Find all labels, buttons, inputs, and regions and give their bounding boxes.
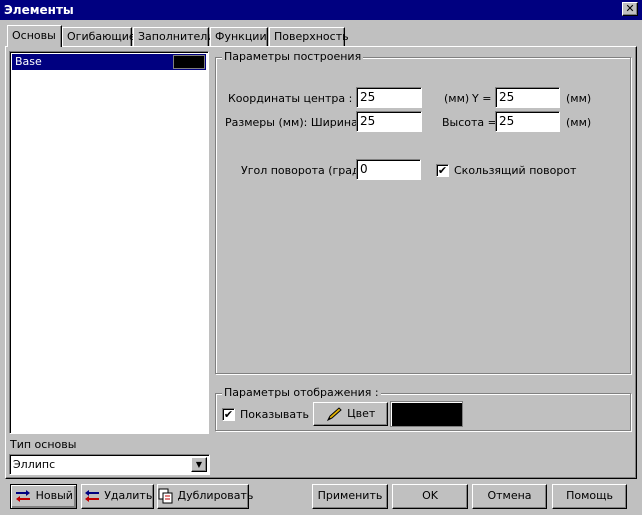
center-y-label: Y = <box>472 92 492 105</box>
tab-zapolniteli[interactable]: Заполнители <box>133 27 214 46</box>
angle-label: Угол поворота (град) : <box>241 164 372 177</box>
base-type-select[interactable]: Эллипс ▼ <box>9 454 210 475</box>
base-type-label: Тип основы <box>10 438 77 451</box>
color-button[interactable]: Цвет <box>313 402 388 426</box>
apply-button[interactable]: Применить <box>312 484 388 509</box>
checkmark-icon: ✔ <box>223 408 234 421</box>
cancel-button[interactable]: Отмена <box>472 484 547 509</box>
tab-osnovy[interactable]: Основы <box>7 25 62 47</box>
new-button[interactable]: Новый <box>10 484 77 509</box>
list-item[interactable]: Base <box>12 54 206 70</box>
title-bar: Элементы ✕ <box>0 0 642 20</box>
angle-input[interactable]: 0 <box>356 159 421 180</box>
duplicate-icon <box>158 488 173 504</box>
height-units: (мм) <box>566 116 592 129</box>
base-type-value: Эллипс <box>13 458 56 471</box>
center-x-input[interactable]: 25 <box>356 87 422 108</box>
pencil-icon <box>326 407 342 422</box>
show-label: Показывать <box>240 408 310 421</box>
close-button[interactable]: ✕ <box>622 2 638 16</box>
center-x-units: (мм) <box>444 92 470 105</box>
build-params-legend: Параметры построения <box>222 50 364 63</box>
ok-button[interactable]: OK <box>392 484 468 509</box>
delete-button-label: Удалить <box>104 489 153 502</box>
width-input[interactable]: 25 <box>356 111 422 132</box>
delete-button[interactable]: Удалить <box>81 484 154 509</box>
checkmark-icon: ✔ <box>437 164 448 177</box>
center-y-input[interactable]: 25 <box>495 87 560 108</box>
dropdown-button[interactable]: ▼ <box>191 457 207 472</box>
sliding-rotation-checkbox[interactable]: ✔ <box>436 164 449 177</box>
duplicate-button[interactable]: Дублировать <box>157 484 253 509</box>
tab-ogibayushchie[interactable]: Огибающие <box>62 27 136 46</box>
center-label: Координаты центра : X = <box>228 92 377 105</box>
close-icon: ✕ <box>625 2 635 15</box>
color-swatch[interactable] <box>390 401 463 427</box>
size-label: Размеры (мм): Ширина = <box>225 116 371 129</box>
show-checkbox[interactable]: ✔ <box>222 408 235 421</box>
delete-element-icon <box>84 490 99 502</box>
window-title: Элементы <box>4 3 74 17</box>
center-y-units: (мм) <box>566 92 592 105</box>
color-button-label: Цвет <box>347 407 376 420</box>
list-item-label: Base <box>15 55 42 68</box>
tab-poverkhnost[interactable]: Поверхность <box>269 27 349 46</box>
tab-funktsii[interactable]: Функции <box>210 27 268 46</box>
new-button-label: Новый <box>35 489 73 502</box>
duplicate-button-label: Дублировать <box>177 489 254 502</box>
sliding-rotation-label: Скользящий поворот <box>454 164 577 177</box>
height-label: Высота = <box>442 116 497 129</box>
help-button[interactable]: Помощь <box>552 484 627 509</box>
chevron-down-icon: ▼ <box>195 460 203 469</box>
element-list[interactable]: Base <box>9 51 209 434</box>
new-element-icon <box>16 490 31 502</box>
display-params-legend: Параметры отображения : <box>222 386 381 399</box>
height-input[interactable]: 25 <box>495 111 560 132</box>
list-item-color-swatch <box>173 55 205 69</box>
